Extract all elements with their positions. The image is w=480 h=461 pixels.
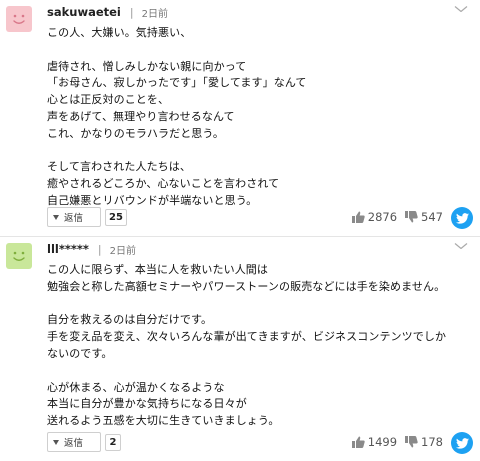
avatar — [6, 6, 32, 32]
avatar — [6, 243, 32, 269]
dislike-count: 178 — [421, 435, 443, 449]
reply-count[interactable]: 2 — [105, 434, 121, 451]
thumbs-up-icon — [351, 436, 365, 448]
like-count: 2876 — [367, 210, 398, 224]
triangle-down-icon — [53, 439, 59, 445]
smile-face-icon — [13, 251, 25, 261]
like-count: 1499 — [367, 435, 398, 449]
chevron-down-icon[interactable] — [454, 6, 468, 12]
dislike-count: 547 — [421, 210, 443, 224]
dislike-button[interactable]: 178 — [405, 435, 443, 449]
comment-text: この人、大嫌い。気持悪い、 虐待され、憎しみしかない親に向かって 「お母さん、寂… — [47, 26, 307, 207]
timestamp: 2日前 — [109, 245, 136, 257]
username[interactable]: sakuwaetei — [47, 5, 121, 19]
vote-group: 2876 547 — [351, 210, 443, 224]
vote-group: 1499 178 — [351, 435, 443, 449]
comment-header: lll***** | 2日前 — [47, 241, 136, 257]
like-button[interactable]: 2876 — [351, 210, 398, 224]
twitter-share-button[interactable] — [451, 207, 473, 229]
comment-footer: 返信 2 1499 178 — [47, 432, 473, 454]
thumbs-up-icon — [351, 211, 365, 223]
twitter-icon — [455, 437, 469, 449]
comment-text: この人に限らず、本当に人を救いたい人間は 勉強会と称した高額セミナーやパワースト… — [47, 263, 447, 428]
twitter-share-button[interactable] — [451, 432, 473, 454]
thumbs-down-icon — [405, 436, 418, 448]
reply-button[interactable]: 返信 — [47, 432, 101, 452]
dislike-button[interactable]: 547 — [405, 210, 443, 224]
thumbs-down-icon — [405, 211, 418, 223]
triangle-down-icon — [53, 214, 59, 220]
reply-label: 返信 — [64, 213, 84, 224]
username[interactable]: lll***** — [47, 242, 89, 256]
timestamp: 2日前 — [141, 8, 168, 20]
separator: | — [129, 5, 134, 19]
comment-item: lll***** | 2日前 この人に限らず、本当に人を救いたい人間は 勉強会と… — [0, 237, 480, 461]
reply-button[interactable]: 返信 — [47, 207, 101, 227]
reply-count[interactable]: 25 — [105, 209, 127, 226]
comment-item: sakuwaetei | 2日前 この人、大嫌い。気持悪い、 虐待され、憎しみし… — [0, 0, 480, 236]
separator: | — [97, 242, 102, 256]
chevron-down-icon[interactable] — [454, 243, 468, 249]
twitter-icon — [455, 212, 469, 224]
reply-label: 返信 — [64, 438, 84, 449]
comment-footer: 返信 25 2876 547 — [47, 207, 473, 229]
like-button[interactable]: 1499 — [351, 435, 398, 449]
comment-header: sakuwaetei | 2日前 — [47, 4, 168, 20]
smile-face-icon — [13, 14, 25, 24]
